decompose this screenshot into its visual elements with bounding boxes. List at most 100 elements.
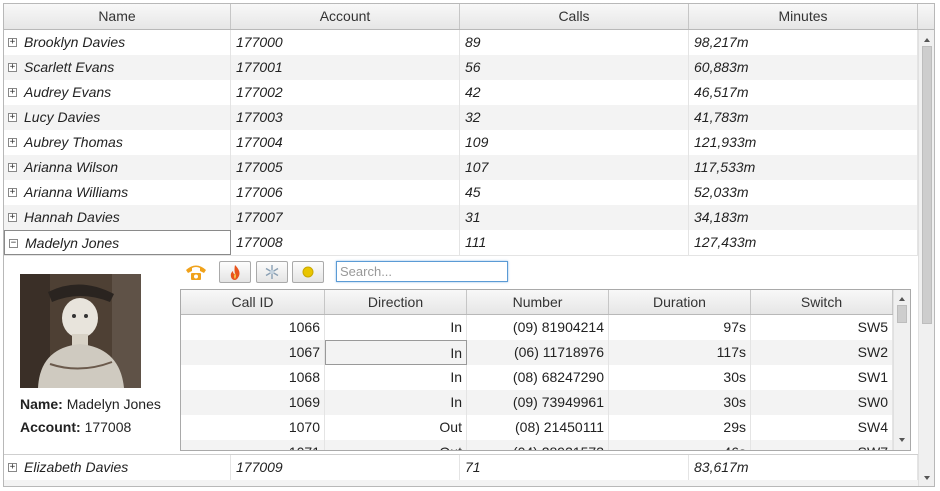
direction-cell[interactable]: Out [325, 415, 467, 440]
account-cell[interactable]: 177009 [231, 455, 460, 480]
calls-cell[interactable]: 107 [460, 155, 689, 180]
duration-cell[interactable]: 117s [609, 340, 751, 365]
expand-icon[interactable]: + [8, 88, 17, 97]
number-cell[interactable]: (08) 68247290 [467, 365, 609, 390]
expand-icon[interactable]: + [8, 188, 17, 197]
table-row[interactable]: + Elizabeth Davies 177009 71 83,617m [4, 455, 918, 480]
minutes-cell[interactable]: 98,217m [689, 30, 918, 55]
call-row[interactable]: 1068 In (08) 68247290 30s SW1 [181, 365, 893, 390]
call-id-cell[interactable]: 1067 [181, 340, 325, 365]
minutes-cell[interactable]: 117,533m [689, 155, 918, 180]
minutes-cell[interactable]: 34,183m [689, 205, 918, 230]
scroll-up-icon[interactable] [924, 38, 930, 42]
direction-cell[interactable]: In [325, 340, 467, 365]
calls-cell[interactable]: 71 [460, 455, 689, 480]
expand-icon[interactable]: + [8, 163, 17, 172]
account-cell[interactable]: 177000 [231, 30, 460, 55]
call-id-cell[interactable]: 1070 [181, 415, 325, 440]
grid-scrollbar[interactable] [918, 30, 934, 486]
call-row[interactable]: 1066 In (09) 81904214 97s SW5 [181, 315, 893, 340]
column-header-switch[interactable]: Switch [751, 290, 893, 314]
column-header-direction[interactable]: Direction [325, 290, 467, 314]
minutes-cell[interactable]: 46,517m [689, 80, 918, 105]
switch-cell[interactable]: SW1 [751, 365, 893, 390]
call-row[interactable]: 1069 In (09) 73949961 30s SW0 [181, 390, 893, 415]
column-header-number[interactable]: Number [467, 290, 609, 314]
subgrid-scroll-thumb[interactable] [897, 305, 907, 323]
minutes-cell[interactable]: 41,783m [689, 105, 918, 130]
calls-cell[interactable]: 45 [460, 180, 689, 205]
switch-cell[interactable]: SW7 [751, 440, 893, 450]
account-cell[interactable]: 177007 [231, 205, 460, 230]
account-cell[interactable]: 177006 [231, 180, 460, 205]
switch-cell[interactable]: SW2 [751, 340, 893, 365]
minutes-cell[interactable]: 60,883m [689, 55, 918, 80]
direction-cell[interactable]: Out [325, 440, 467, 450]
duration-cell[interactable]: 30s [609, 390, 751, 415]
table-row[interactable]: + Hannah Davies 177007 31 34,183m [4, 205, 918, 230]
switch-cell[interactable]: SW0 [751, 390, 893, 415]
duration-cell[interactable]: 97s [609, 315, 751, 340]
call-id-cell[interactable]: 1066 [181, 315, 325, 340]
call-id-cell[interactable]: 1068 [181, 365, 325, 390]
account-cell[interactable]: 177005 [231, 155, 460, 180]
number-cell[interactable]: (06) 11718976 [467, 340, 609, 365]
table-row[interactable]: + Scarlett Evans 177001 56 60,883m [4, 55, 918, 80]
column-header-name[interactable]: Name [4, 4, 231, 29]
column-header-duration[interactable]: Duration [609, 290, 751, 314]
expand-icon[interactable]: + [8, 463, 17, 472]
calls-cell[interactable]: 31 [460, 205, 689, 230]
column-header-account[interactable]: Account [231, 4, 460, 29]
calls-cell[interactable]: 42 [460, 80, 689, 105]
duration-cell[interactable]: 30s [609, 365, 751, 390]
column-header-call-id[interactable]: Call ID [181, 290, 325, 314]
switch-cell[interactable]: SW5 [751, 315, 893, 340]
call-id-cell[interactable]: 1071 [181, 440, 325, 450]
call-row[interactable]: 1071 Out (04) 28931573 46s SW7 [181, 440, 893, 450]
expand-icon[interactable]: + [8, 113, 17, 122]
calls-cell[interactable]: 89 [460, 30, 689, 55]
minutes-cell[interactable]: 121,933m [689, 130, 918, 155]
table-row-expanded[interactable]: − Madelyn Jones 177008 111 127,433m [4, 230, 918, 255]
minutes-cell[interactable]: 83,617m [689, 455, 918, 480]
search-input[interactable] [336, 261, 508, 282]
scroll-down-icon[interactable] [899, 438, 905, 442]
number-cell[interactable]: (09) 73949961 [467, 390, 609, 415]
table-row[interactable]: + Lucy Davies 177003 32 41,783m [4, 105, 918, 130]
table-row[interactable]: + Audrey Evans 177002 42 46,517m [4, 80, 918, 105]
calls-cell[interactable]: 56 [460, 55, 689, 80]
table-row[interactable]: + Brooklyn Davies 177000 89 98,217m [4, 30, 918, 55]
direction-cell[interactable]: In [325, 390, 467, 415]
minutes-cell[interactable]: 127,433m [689, 230, 918, 255]
column-header-minutes[interactable]: Minutes [689, 4, 918, 29]
account-cell[interactable]: 177008 [231, 230, 460, 255]
calls-cell[interactable]: 109 [460, 130, 689, 155]
calls-cell[interactable]: 111 [460, 230, 689, 255]
account-cell[interactable]: 177002 [231, 80, 460, 105]
call-row[interactable]: 1070 Out (08) 21450111 29s SW4 [181, 415, 893, 440]
grid-scroll-thumb[interactable] [922, 46, 932, 324]
switch-cell[interactable]: SW4 [751, 415, 893, 440]
duration-cell[interactable]: 29s [609, 415, 751, 440]
table-row[interactable]: + Aubrey Thomas 177004 109 121,933m [4, 130, 918, 155]
call-row[interactable]: 1067 In (06) 11718976 117s SW2 [181, 340, 893, 365]
direction-cell[interactable]: In [325, 315, 467, 340]
expand-icon[interactable]: + [8, 138, 17, 147]
account-cell[interactable]: 177001 [231, 55, 460, 80]
filter-cold-button[interactable] [256, 261, 288, 283]
duration-cell[interactable]: 46s [609, 440, 751, 450]
expand-icon[interactable]: + [8, 63, 17, 72]
account-cell[interactable]: 177004 [231, 130, 460, 155]
number-cell[interactable]: (09) 81904214 [467, 315, 609, 340]
number-cell[interactable]: (04) 28931573 [467, 440, 609, 450]
expand-icon[interactable]: + [8, 213, 17, 222]
subgrid-scrollbar[interactable] [893, 290, 910, 450]
number-cell[interactable]: (08) 21450111 [467, 415, 609, 440]
calls-cell[interactable]: 32 [460, 105, 689, 130]
filter-hot-button[interactable] [219, 261, 251, 283]
collapse-icon[interactable]: − [9, 239, 18, 248]
column-header-calls[interactable]: Calls [460, 4, 689, 29]
direction-cell[interactable]: In [325, 365, 467, 390]
scroll-down-icon[interactable] [924, 476, 930, 480]
account-cell[interactable]: 177003 [231, 105, 460, 130]
